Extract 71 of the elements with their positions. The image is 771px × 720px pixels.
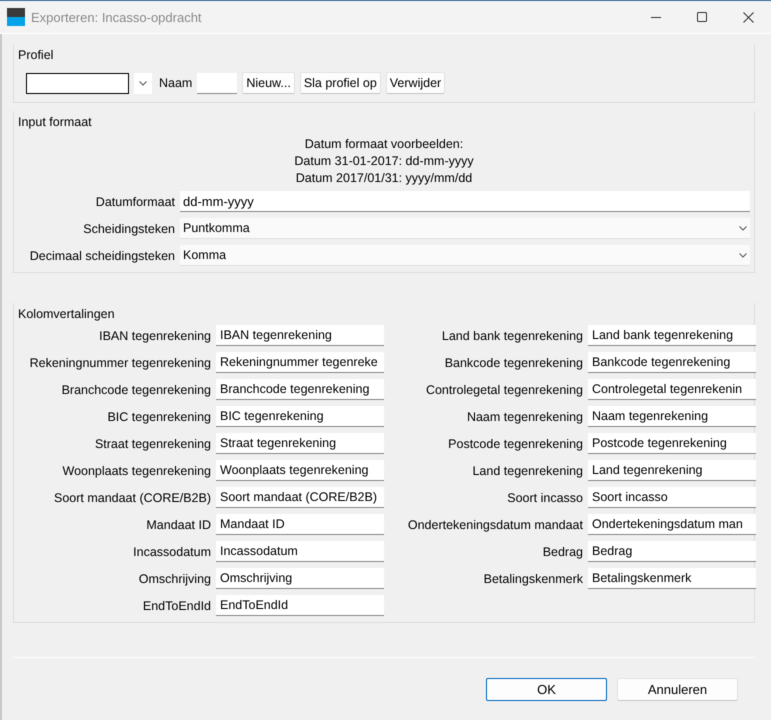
input-field[interactable]: Ondertekeningsdatum man [588, 514, 756, 535]
chevron-icon [739, 226, 747, 230]
field-label: Datumformaat [94, 194, 175, 208]
field-label: Branchcode tegenrekening [60, 382, 211, 396]
field-label: Naam tegenrekening [466, 410, 583, 424]
input-field[interactable]: IBAN tegenrekening [216, 325, 384, 346]
dialog-button[interactable]: OK [486, 678, 607, 700]
field-label: Incassodatum [132, 544, 211, 558]
field-label: Decimaal scheidingsteken [28, 248, 175, 262]
field-label: Land bank tegenrekening [440, 328, 583, 342]
input-field[interactable]: Incassodatum [216, 541, 384, 562]
input-field[interactable]: Omschrijving [216, 568, 384, 589]
input-field[interactable]: Woonplaats tegenrekening [216, 460, 384, 481]
input-field[interactable]: Controlegetal tegenrekenin [588, 379, 756, 400]
input-field[interactable]: Soort incasso [588, 487, 756, 508]
group-title: Kolomvertalingen [18, 307, 115, 321]
field-label: Ondertekeningsdatum mandaat [406, 518, 583, 532]
field-label: Soort mandaat (CORE/B2B) [52, 490, 211, 504]
field-label: Bankcode tegenrekening [444, 356, 583, 370]
profile-dropdown[interactable] [26, 72, 129, 94]
field-label: IBAN tegenrekening [98, 328, 211, 342]
name-field[interactable] [197, 72, 238, 94]
input-field[interactable]: EndToEndId [216, 595, 384, 616]
field-label: BIC tegenrekening [106, 410, 211, 424]
close-icon [742, 12, 754, 22]
field-label: Rekeningnummer tegenrekening [28, 356, 211, 370]
field-label: Scheidingsteken [82, 222, 175, 236]
field-label: Naam [159, 76, 192, 90]
input-field[interactable]: Soort mandaat (CORE/B2B) [216, 487, 384, 508]
input-field[interactable]: Rekeningnummer tegenreke [216, 352, 384, 373]
field-label: Soort incasso [506, 490, 583, 504]
input-field[interactable]: Branchcode tegenrekening [216, 379, 384, 400]
input-field[interactable]: Postcode tegenrekening [588, 433, 756, 454]
input-field[interactable]: Land tegenrekening [588, 460, 756, 481]
hint-text: Datum 31-01-2017: dd-mm-yyyy [294, 154, 474, 168]
field-label: Postcode tegenrekening [447, 436, 583, 450]
field-label: EndToEndId [142, 598, 211, 612]
window-title: Exporteren: Incasso-opdracht [31, 10, 203, 24]
profile-button[interactable]: Verwijder [386, 72, 446, 94]
chevron-icon [739, 252, 747, 258]
chevron-icon [139, 80, 147, 86]
input-field[interactable]: BIC tegenrekening [216, 406, 384, 427]
input-field[interactable]: Straat tegenrekening [216, 433, 384, 454]
app-icon [7, 8, 25, 26]
input-field[interactable]: Land bank tegenrekening [588, 325, 756, 346]
hint-text: Datum 2017/01/31: yyyy/mm/dd [296, 171, 472, 185]
dropdown-button[interactable] [134, 72, 152, 94]
dropdown[interactable]: Puntkomma [180, 218, 750, 239]
profile-button[interactable]: Sla profiel op [300, 72, 381, 94]
dropdown[interactable]: Komma [180, 245, 750, 266]
profile-button[interactable]: Nieuw... [242, 72, 295, 94]
input-field[interactable]: Bankcode tegenrekening [588, 352, 756, 373]
maximize-icon [697, 12, 707, 22]
field-label: Controlegetal tegenrekening [424, 382, 583, 396]
input-field[interactable]: Bedrag [588, 541, 756, 562]
field-label: Betalingskenmerk [482, 572, 583, 586]
group-title: Input formaat [18, 115, 92, 129]
input-field[interactable]: dd-mm-yyyy [180, 191, 750, 212]
input-field[interactable]: Naam tegenrekening [588, 406, 756, 427]
hint-text: Datum formaat voorbeelden: [304, 137, 464, 151]
field-label: Omschrijving [138, 572, 211, 586]
field-label: Straat tegenrekening [94, 436, 211, 450]
group-title: Profiel [18, 48, 54, 62]
dialog-button[interactable]: Annuleren [617, 678, 738, 700]
field-label: Woonplaats tegenrekening [62, 464, 211, 478]
field-label: Land tegenrekening [471, 464, 583, 478]
field-label: Mandaat ID [145, 518, 211, 532]
input-field[interactable]: Betalingskenmerk [588, 568, 756, 589]
field-label: Bedrag [542, 544, 583, 558]
input-field[interactable]: Mandaat ID [216, 514, 384, 535]
minimize-icon [651, 16, 661, 18]
